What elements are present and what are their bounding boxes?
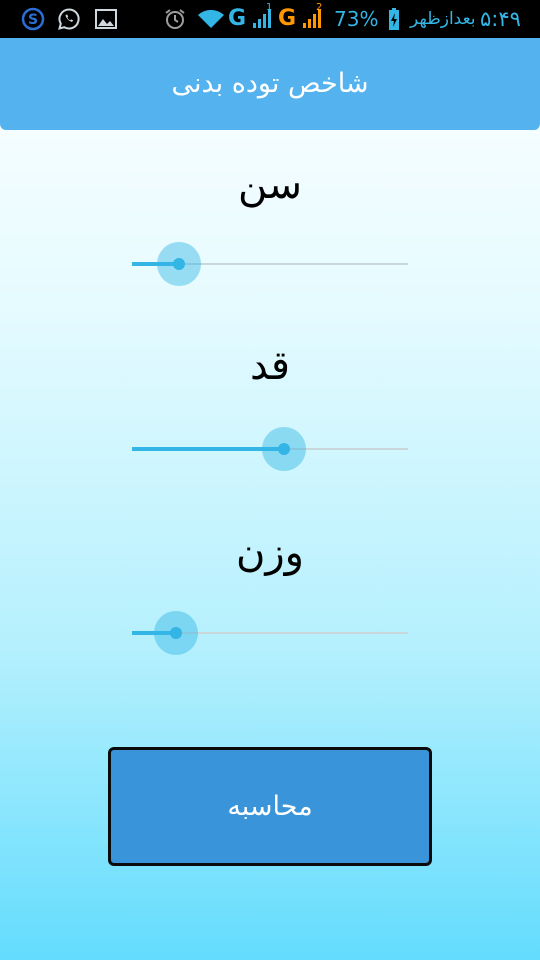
app-title: شاخص توده بدنی [171, 68, 369, 99]
status-time: ۵:۴۹ [480, 7, 521, 31]
age-slider[interactable] [132, 234, 408, 294]
slider-thumb[interactable] [262, 427, 306, 471]
gallery-icon [93, 0, 119, 38]
calculate-button[interactable]: محاسبه [108, 747, 432, 866]
age-label: سن [238, 162, 302, 208]
wifi-icon [196, 0, 226, 38]
slider-thumb[interactable] [157, 242, 201, 286]
slider-thumb-dot [278, 443, 290, 455]
whatsapp-icon [56, 0, 82, 38]
network-type-1: G [228, 6, 247, 31]
battery-charging-icon [386, 0, 402, 38]
height-slider[interactable] [132, 419, 408, 479]
skype-icon: S [20, 0, 46, 38]
slider-thumb-dot [170, 627, 182, 639]
battery-percent: 73% [334, 7, 379, 31]
weight-slider[interactable] [132, 603, 408, 663]
svg-text:S: S [28, 12, 38, 28]
status-bar: S G 1 G 2 73% بعدازظهر ۵:۴۹ [0, 0, 540, 38]
signal-icon [250, 0, 274, 38]
status-period: بعدازظهر [410, 9, 476, 29]
signal-icon [300, 0, 324, 38]
height-label: قد [249, 343, 291, 389]
network-type-2: G [278, 6, 297, 31]
slider-thumb[interactable] [154, 611, 198, 655]
weight-label: وزن [235, 530, 304, 576]
alarm-icon [162, 0, 188, 38]
slider-thumb-dot [173, 258, 185, 270]
app-bar: شاخص توده بدنی [0, 38, 540, 130]
